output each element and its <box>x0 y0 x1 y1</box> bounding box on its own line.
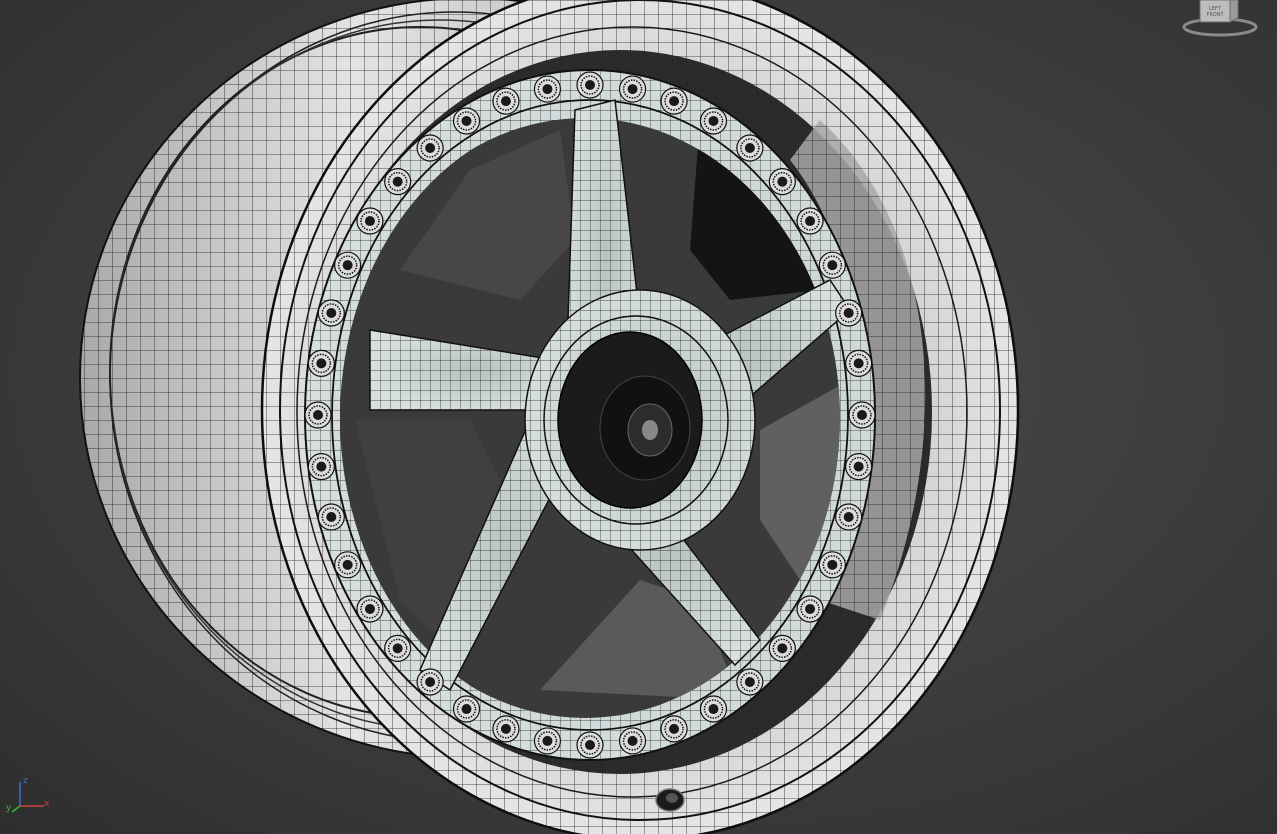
wheel-bolt <box>796 207 824 235</box>
wheel-bolt <box>736 134 764 162</box>
wheel-wireframe-model[interactable] <box>0 0 1277 834</box>
wheel-bolt <box>533 727 562 755</box>
wheel-bolt <box>818 551 846 579</box>
x-axis-label: x <box>44 799 50 809</box>
wheel-bolt <box>384 634 412 662</box>
wheel-bolt <box>416 668 444 696</box>
wheel-bolt <box>660 715 688 743</box>
wheel-bolt <box>492 87 520 115</box>
wheel-bolt <box>356 207 384 235</box>
wheel-bolt <box>835 503 863 531</box>
viewcube[interactable]: LEFT FRONT <box>1180 0 1260 40</box>
wheel-bolt <box>334 551 362 579</box>
z-axis-label: z <box>23 776 28 786</box>
wheel-bolt <box>835 299 863 327</box>
wheel-bolt <box>416 134 444 162</box>
wheel-bolt <box>317 503 345 531</box>
wheel-bolt <box>356 595 384 623</box>
viewcube-label: LEFT FRONT <box>1206 6 1224 18</box>
wheel-bolt <box>576 71 604 99</box>
wheel-bolt <box>768 168 796 196</box>
wheel-bolt <box>317 299 345 327</box>
wheel-bolt <box>618 727 647 755</box>
wheel-bolt <box>384 168 412 196</box>
wheel-bolt <box>818 251 846 279</box>
wheel-hub <box>524 289 756 551</box>
wheel-bolt <box>452 695 481 723</box>
wheel-bolt <box>768 634 796 662</box>
y-axis-label: y <box>6 803 12 813</box>
wheel-bolt <box>618 75 647 103</box>
wheel-bolt <box>699 695 728 723</box>
wheel-bolt <box>492 715 520 743</box>
wheel-bolt <box>304 401 332 429</box>
valve-stem <box>655 788 685 812</box>
wheel-bolt <box>845 349 873 377</box>
wheel-bolt <box>307 349 335 377</box>
wheel-bolt <box>533 75 562 103</box>
wheel-bolt <box>576 731 604 759</box>
3d-viewport[interactable]: LEFT FRONT z x y <box>0 0 1277 834</box>
wheel-bolt <box>845 453 873 481</box>
wheel-bolt <box>452 107 481 135</box>
wheel-bolt <box>699 107 728 135</box>
wheel-bolt <box>848 401 876 429</box>
wheel-bolt <box>660 87 688 115</box>
axis-tripod: z x y <box>6 776 58 816</box>
wheel-bolt <box>736 668 764 696</box>
wheel-bolt <box>307 453 335 481</box>
y-axis-line <box>11 805 21 813</box>
wheel-bolt <box>796 595 824 623</box>
wheel-bolt <box>334 251 362 279</box>
